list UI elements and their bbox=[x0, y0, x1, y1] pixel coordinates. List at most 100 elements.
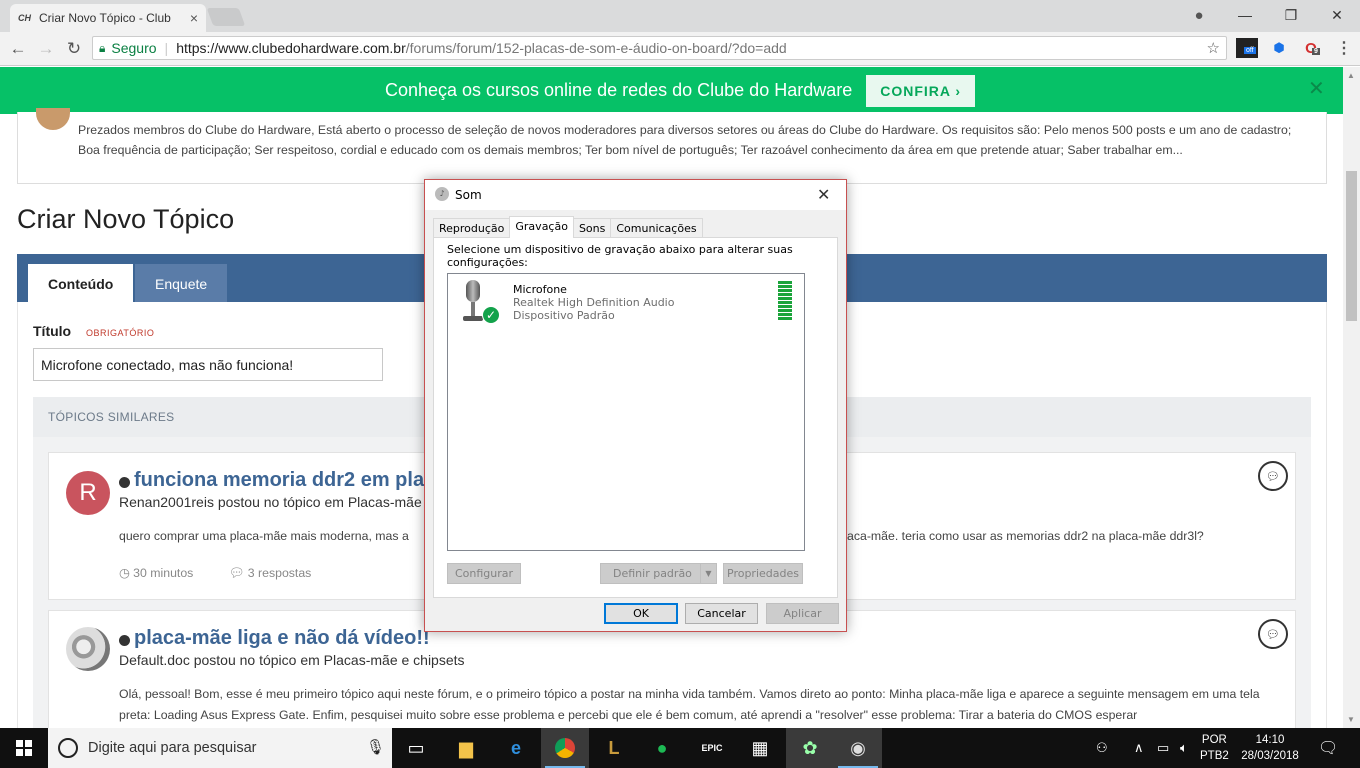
extension-icon-2[interactable]: ⬢ bbox=[1268, 38, 1290, 58]
dialog-close-icon[interactable]: ✕ bbox=[817, 185, 830, 204]
configure-button[interactable]: Configurar bbox=[447, 563, 521, 584]
banner-cta-button[interactable]: CONFIRA › bbox=[866, 74, 976, 107]
tab-conteudo[interactable]: Conteúdo bbox=[28, 264, 134, 302]
search-placeholder: Digite aqui para pesquisar bbox=[88, 740, 257, 756]
title-field-label: Título bbox=[33, 323, 72, 339]
league-of-legends-icon[interactable]: L bbox=[590, 728, 638, 768]
avatar[interactable]: R bbox=[66, 471, 110, 515]
topic-subtitle: Renan2001reis postou no tópico em Placas… bbox=[119, 494, 422, 510]
chat-bubble-icon[interactable]: 💬︎ bbox=[1258, 461, 1288, 491]
topic-subtitle: Default.doc postou no tópico em Placas-m… bbox=[119, 652, 465, 668]
edge-icon[interactable]: e bbox=[492, 728, 540, 768]
minimize-button[interactable]: — bbox=[1222, 7, 1268, 23]
tab-sons[interactable]: Sons bbox=[572, 218, 612, 238]
avatar[interactable] bbox=[66, 627, 110, 671]
banner-message: Conheça os cursos online de redes do Clu… bbox=[384, 80, 853, 100]
sound-dialog: ♪ Som ✕ Reprodução Gravação Sons Comunic… bbox=[424, 179, 847, 632]
taskbar-clock[interactable]: 14:10 28/03/2018 bbox=[1237, 732, 1303, 764]
title-input[interactable] bbox=[33, 348, 383, 381]
calculator-icon[interactable]: ▦ bbox=[736, 728, 784, 768]
notifications-icon[interactable]: 🗨︎ bbox=[1318, 728, 1338, 768]
address-separator: | bbox=[164, 40, 169, 56]
forward-button[interactable]: → bbox=[32, 39, 60, 59]
bookmark-star-icon[interactable]: ☆ bbox=[1207, 39, 1220, 57]
apply-button[interactable]: Aplicar bbox=[766, 603, 839, 624]
chat-bubble-icon[interactable]: 💬︎ bbox=[1258, 619, 1288, 649]
address-bar[interactable]: 🔒︎ Seguro | https://www.clubedohardware.… bbox=[92, 36, 1227, 60]
taskbar-search[interactable]: Digite aqui para pesquisar 🎙︎ bbox=[48, 728, 392, 768]
browser-tab[interactable]: CH Criar Novo Tópico - Club × bbox=[10, 4, 206, 32]
required-badge: OBRIGATÓRIO bbox=[86, 328, 155, 338]
chrome-icon[interactable] bbox=[541, 728, 589, 768]
tab-enquete[interactable]: Enquete bbox=[135, 264, 227, 302]
windows-logo-icon bbox=[16, 740, 32, 756]
secure-label: Seguro bbox=[111, 40, 157, 56]
topic-title-link[interactable]: placa-mãe liga e não dá vídeo!! bbox=[134, 627, 430, 650]
topic-title-link[interactable]: funciona memoria ddr2 em pla bbox=[134, 469, 424, 492]
close-tab-icon[interactable]: × bbox=[190, 10, 198, 26]
scroll-thumb[interactable] bbox=[1346, 171, 1357, 321]
microphone-icon[interactable]: 🎙︎ bbox=[366, 738, 385, 756]
close-window-button[interactable]: ✕ bbox=[1314, 7, 1360, 24]
tab-gravacao[interactable]: Gravação bbox=[509, 216, 574, 238]
dropdown-arrow-icon[interactable]: ▼ bbox=[700, 564, 716, 583]
comment-icon: 💬︎ 3 respostas bbox=[228, 566, 312, 580]
page-title: Criar Novo Tópico bbox=[17, 204, 235, 234]
promo-banner: Conheça os cursos online de redes do Clu… bbox=[0, 67, 1360, 114]
properties-button[interactable]: Propriedades bbox=[723, 563, 803, 584]
microphone-icon: ✓ bbox=[462, 280, 500, 324]
language-indicator[interactable]: POR PTB2 bbox=[1200, 732, 1229, 764]
browser-tabstrip: CH Criar Novo Tópico - Club × ● — ❐ ✕ bbox=[0, 0, 1360, 32]
back-button[interactable]: ← bbox=[4, 39, 32, 59]
app-icon[interactable]: ✿ bbox=[786, 728, 834, 768]
window-controls: ● — ❐ ✕ bbox=[1176, 0, 1360, 30]
tab-title: Criar Novo Tópico - Club bbox=[39, 11, 171, 25]
reload-button[interactable]: ↻ bbox=[60, 39, 88, 59]
file-explorer-icon[interactable]: ▆ bbox=[442, 728, 490, 768]
dialog-titlebar[interactable]: ♪ Som ✕ bbox=[425, 180, 846, 210]
page-scrollbar[interactable]: ▲ ▼ bbox=[1343, 67, 1360, 728]
profile-icon[interactable]: ● bbox=[1176, 7, 1222, 24]
cancel-button[interactable]: Cancelar bbox=[685, 603, 758, 624]
level-meter bbox=[778, 281, 792, 321]
start-button[interactable] bbox=[0, 728, 48, 768]
topic-excerpt: Olá, pessoal! Bom, esse é meu primeiro t… bbox=[119, 687, 1260, 722]
topic-time: 30 minutos bbox=[133, 566, 194, 580]
extension-icon-3[interactable]: O9 bbox=[1300, 38, 1322, 58]
device-name: Microfone bbox=[513, 283, 567, 296]
people-icon[interactable]: ⚇ bbox=[1096, 728, 1108, 768]
task-view-icon[interactable]: ▭ bbox=[392, 728, 440, 768]
set-default-button[interactable]: Definir padrão ▼ bbox=[600, 563, 717, 584]
dialog-instruction: Selecione um dispositivo de gravação aba… bbox=[447, 243, 793, 269]
windows-taskbar: Digite aqui para pesquisar 🎙︎ ▭ ▆ e L ● … bbox=[0, 728, 1360, 768]
tab-comunicacoes[interactable]: Comunicações bbox=[610, 218, 703, 238]
spotify-icon[interactable]: ● bbox=[638, 728, 686, 768]
sound-settings-taskbar-icon[interactable]: ◉ bbox=[834, 728, 882, 768]
default-check-icon: ✓ bbox=[482, 306, 500, 324]
announcement-box: Prezados membros do Clube do Hardware, E… bbox=[17, 108, 1327, 184]
maximize-button[interactable]: ❐ bbox=[1268, 7, 1314, 24]
unread-dot-icon bbox=[119, 477, 130, 488]
ok-button[interactable]: OK bbox=[604, 603, 678, 624]
device-list[interactable]: ✓ Microfone Realtek High Definition Audi… bbox=[447, 273, 805, 551]
tray-expand-icon[interactable]: ∧ bbox=[1134, 728, 1144, 768]
epic-games-icon[interactable]: EPIC bbox=[688, 728, 736, 768]
clock-date: 28/03/2018 bbox=[1241, 750, 1299, 762]
clock-time: 14:10 bbox=[1255, 734, 1285, 746]
tab-reproducao[interactable]: Reprodução bbox=[433, 218, 511, 238]
topic-excerpt-right: aca-mãe. teria como usar as memorias ddr… bbox=[847, 529, 1204, 543]
volume-icon[interactable]: 🔈︎ bbox=[1180, 728, 1188, 768]
network-icon[interactable]: ▭ bbox=[1157, 728, 1169, 768]
dialog-tabs: Reprodução Gravação Sons Comunicações bbox=[433, 216, 703, 238]
scroll-up-icon[interactable]: ▲ bbox=[1347, 71, 1355, 80]
lang-top: POR bbox=[1201, 734, 1227, 746]
announcement-text: Prezados membros do Clube do Hardware, E… bbox=[78, 123, 1292, 157]
new-tab-button[interactable] bbox=[206, 8, 246, 26]
url-path: /forums/forum/152-placas-de-som-e-áudio-… bbox=[405, 40, 787, 56]
extension-badge-off: off bbox=[1244, 47, 1256, 54]
scroll-down-icon[interactable]: ▼ bbox=[1347, 715, 1355, 724]
extension-icon-1[interactable]: off bbox=[1236, 38, 1258, 58]
banner-close-icon[interactable]: ✕ bbox=[1308, 76, 1325, 101]
announcement-avatar bbox=[36, 108, 70, 130]
chrome-menu-icon[interactable]: ⋮ bbox=[1336, 38, 1352, 58]
